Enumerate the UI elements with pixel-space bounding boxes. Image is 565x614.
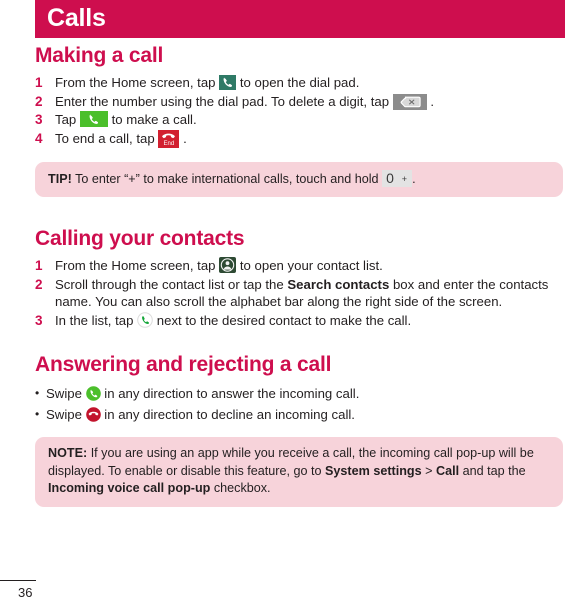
page-content: Making a call 1 From the Home screen, tap… <box>35 44 563 507</box>
note-separator: > <box>425 463 433 478</box>
step-text-part1: Scroll through the contact list or tap t… <box>55 276 284 292</box>
step-text-after: to open the dial pad. <box>239 75 360 91</box>
steps-list-making-a-call: 1 From the Home screen, tap to open the d… <box>35 74 563 148</box>
section-heading-making-a-call: Making a call <box>35 44 164 67</box>
list-item: 3 In the list, tap next to the desired co… <box>35 311 563 330</box>
step-text-after: to make a call. <box>111 112 197 128</box>
step-number: 3 <box>35 112 43 128</box>
section-heading-answering-and-rejecting: Answering and rejecting a call <box>35 353 332 377</box>
end-call-label: End <box>163 140 175 147</box>
zero-key-plus: + <box>401 173 408 184</box>
tip-callout: TIP! To enter “+” to make international … <box>35 161 563 198</box>
step-number: 2 <box>35 93 43 109</box>
decline-call-icon <box>85 407 101 423</box>
step-text-before: To end a call, tap <box>55 130 155 146</box>
section-heading-calling-your-contacts: Calling your contacts <box>35 227 245 251</box>
search-contacts-label: Search contacts <box>287 276 390 292</box>
list-item: 4 To end a call, tap End . <box>35 129 563 148</box>
zero-plus-key-icon: 0 + <box>382 169 413 187</box>
list-item: 1 From the Home screen, tap to open the d… <box>35 74 563 92</box>
incoming-voice-call-popup-label: Incoming voice call pop-up <box>48 481 211 496</box>
contacts-icon <box>219 257 237 274</box>
step-text-after: next to the desired contact to make the … <box>156 312 412 328</box>
step-text-after: . <box>430 93 435 109</box>
step-text-after: . <box>183 130 187 146</box>
note-text-part1: If you are using an app while you receiv… <box>48 446 534 478</box>
make-call-icon <box>79 111 108 128</box>
step-text-before: Enter the number using the dial pad. To … <box>55 93 390 109</box>
chapter-header-band: Calls <box>35 0 565 38</box>
end-call-icon: End <box>158 129 180 148</box>
delete-backspace-icon <box>392 93 427 110</box>
step-text-before: Tap <box>55 112 77 128</box>
list-item: 2 Enter the number using the dial pad. To… <box>35 93 563 111</box>
list-item: 1 From the Home screen, tap to open your … <box>35 257 563 275</box>
step-text-before: In the list, tap <box>55 312 134 328</box>
note-callout: NOTE: If you are using an app while you … <box>35 437 563 507</box>
zero-key-digit: 0 <box>386 169 394 186</box>
steps-list-calling-your-contacts: 1 From the Home screen, tap to open your … <box>35 257 563 329</box>
bullet-text-after: in any direction to answer the incoming … <box>104 386 360 402</box>
tip-text-after: . <box>412 171 416 186</box>
step-text-before: From the Home screen, tap <box>55 258 216 274</box>
step-text-before: From the Home screen, tap <box>55 75 216 91</box>
note-text-part2: and tap the <box>462 463 526 478</box>
bullet-text-before: Swipe <box>46 386 82 402</box>
footer-divider <box>0 580 36 581</box>
note-text-part3: checkbox. <box>213 481 271 496</box>
step-number: 2 <box>35 276 43 292</box>
step-number: 4 <box>35 130 43 146</box>
step-text-after: to open your contact list. <box>239 258 383 274</box>
system-settings-label: System settings <box>325 463 422 478</box>
phone-circle-icon <box>137 311 153 328</box>
list-item: Swipe in any direction to decline an inc… <box>35 404 563 425</box>
page-title: Calls <box>47 4 106 32</box>
list-item: 3 Tap to make a call. <box>35 111 563 129</box>
bullet-list-answering-and-rejecting: Swipe in any direction to answer the inc… <box>35 383 563 425</box>
list-item: 2 Scroll through the contact list or tap … <box>35 276 563 311</box>
page-number: 36 <box>18 585 33 600</box>
tip-text-before: To enter “+” to make international calls… <box>75 171 379 186</box>
dialpad-icon <box>219 75 237 91</box>
step-number: 1 <box>35 75 43 91</box>
tip-label: TIP! <box>48 171 72 186</box>
answer-call-icon <box>85 386 101 402</box>
bullet-text-before: Swipe <box>46 407 82 423</box>
bullet-text-after: in any direction to decline an incoming … <box>104 407 355 423</box>
list-item: Swipe in any direction to answer the inc… <box>35 383 563 404</box>
step-number: 3 <box>35 312 43 328</box>
call-label: Call <box>435 463 460 478</box>
step-number: 1 <box>35 258 43 274</box>
manual-page: Calls Making a call 1 From the Home scree… <box>0 0 565 614</box>
note-label: NOTE: <box>48 446 88 461</box>
